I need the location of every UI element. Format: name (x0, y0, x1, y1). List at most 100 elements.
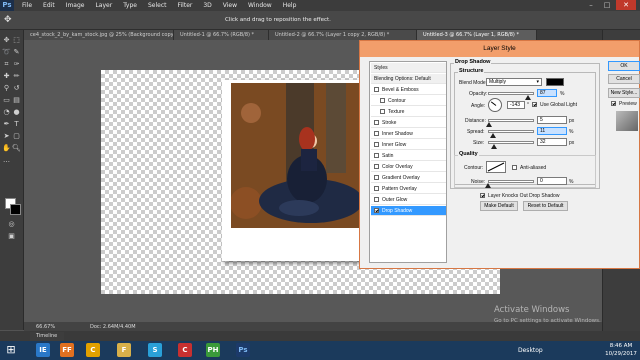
style-item-pattern-overlay[interactable]: Pattern Overlay (371, 184, 446, 194)
move-tool-icon[interactable]: ✥ (4, 14, 18, 26)
dialog-titlebar[interactable]: Layer Style (360, 41, 639, 57)
gradient-tool-icon[interactable]: ▤ (12, 96, 21, 105)
menu-image[interactable]: Image (66, 2, 85, 9)
style-item-outer-glow[interactable]: Outer Glow (371, 195, 446, 205)
eyedropper-tool-icon[interactable]: ✑ (12, 60, 21, 69)
menu-view[interactable]: View (223, 2, 237, 9)
clone-stamp-tool-icon[interactable]: ⚲ (2, 84, 11, 93)
make-default-button[interactable]: Make Default (480, 201, 518, 211)
noise-input[interactable]: 0 (537, 177, 567, 185)
history-brush-tool-icon[interactable]: ↺ (12, 84, 21, 93)
crop-tool-icon[interactable]: ⌗ (2, 60, 11, 69)
menu-window[interactable]: Window (248, 2, 272, 9)
ok-button[interactable]: OK (608, 61, 640, 71)
style-checkbox-icon[interactable] (374, 120, 379, 125)
menu-filter[interactable]: Filter (178, 2, 193, 9)
slider-thumb[interactable] (490, 144, 497, 149)
firefox-icon[interactable]: FF (60, 343, 74, 357)
menu-edit[interactable]: Edit (43, 2, 55, 9)
menu-file[interactable]: File (22, 2, 32, 9)
chrome-icon[interactable]: C (86, 343, 100, 357)
path-select-tool-icon[interactable]: ➤ (2, 132, 11, 141)
lasso-tool-icon[interactable]: ➰ (2, 48, 11, 57)
type-tool-icon[interactable]: T (12, 120, 21, 129)
style-item-gradient-overlay[interactable]: Gradient Overlay (371, 173, 446, 183)
layer-knocks-out-checkbox[interactable]: Layer Knocks Out Drop Shadow (480, 193, 559, 199)
anti-aliased-checkbox[interactable]: Anti-aliased (512, 165, 546, 171)
slider-thumb[interactable] (490, 133, 497, 138)
windows-start-icon[interactable]: ⊞ (4, 343, 18, 357)
screen-mode-icon[interactable]: ▣ (7, 232, 16, 241)
tab-document-3[interactable]: Untitled-2 @ 66.7% (Layer 1 copy 2, RGB/… (269, 30, 417, 40)
internet-explorer-icon[interactable]: IE (36, 343, 50, 357)
style-item-contour[interactable]: Contour (371, 96, 446, 106)
maximize-button[interactable]: □ (602, 1, 612, 9)
distance-slider[interactable] (488, 119, 534, 122)
shape-tool-icon[interactable]: ▢ (12, 132, 21, 141)
photoshop-taskbar-icon[interactable]: Ps (236, 343, 250, 357)
style-item-color-overlay[interactable]: Color Overlay (371, 162, 446, 172)
slider-thumb[interactable] (525, 95, 532, 100)
menu-select[interactable]: Select (148, 2, 167, 9)
style-checkbox-icon[interactable] (380, 98, 385, 103)
eraser-tool-icon[interactable]: ▭ (2, 96, 11, 105)
angle-input[interactable]: -143 (507, 101, 525, 109)
style-item-blending-options-default[interactable]: Blending Options: Default (371, 74, 446, 84)
contour-picker[interactable] (486, 161, 506, 173)
style-item-satin[interactable]: Satin (371, 151, 446, 161)
preview-checkbox[interactable]: Preview (611, 101, 637, 107)
use-global-light-checkbox[interactable]: Use Global Light (532, 102, 577, 108)
style-checkbox-icon[interactable] (374, 197, 379, 202)
pen-tool-icon[interactable]: ✒ (2, 120, 11, 129)
spread-input[interactable]: 11 (537, 127, 567, 135)
menu-layer[interactable]: Layer (95, 2, 112, 9)
styles-header[interactable]: Styles (371, 63, 446, 73)
style-item-inner-shadow[interactable]: Inner Shadow (371, 129, 446, 139)
slider-thumb[interactable] (485, 122, 492, 127)
cancel-button[interactable]: Cancel (608, 74, 640, 84)
minimize-button[interactable]: – (586, 1, 596, 9)
clock-date[interactable]: 10/29/2017 (604, 351, 638, 357)
angle-dial[interactable] (488, 98, 502, 112)
hand-tool-icon[interactable]: ✋ (2, 144, 11, 153)
reset-to-default-button[interactable]: Reset to Default (523, 201, 568, 211)
new-style-button[interactable]: New Style... (608, 88, 640, 98)
tab-document-2[interactable]: Untitled-1 @ 66.7% (RGB/8) * (174, 30, 269, 40)
style-checkbox-icon[interactable] (374, 153, 379, 158)
menu-type[interactable]: Type (123, 2, 137, 9)
opacity-input[interactable]: 87 (537, 89, 557, 97)
menu-help[interactable]: Help (283, 2, 297, 9)
camtasia-icon[interactable]: C (178, 343, 192, 357)
dodge-tool-icon[interactable]: ● (12, 108, 21, 117)
style-checkbox-icon[interactable] (374, 164, 379, 169)
style-checkbox-icon[interactable] (374, 208, 379, 213)
zoom-level[interactable]: 66.67% (36, 324, 55, 330)
menu-3d[interactable]: 3D (203, 2, 211, 9)
clock-time[interactable]: 8:46 AM (604, 343, 638, 349)
move-tool-icon[interactable]: ✥ (2, 36, 11, 45)
skype-icon[interactable]: S (148, 343, 162, 357)
distance-input[interactable]: 5 (537, 116, 567, 124)
style-item-stroke[interactable]: Stroke (371, 118, 446, 128)
style-item-bevel-emboss[interactable]: Bevel & Emboss (371, 85, 446, 95)
tab-document-4[interactable]: Untitled-3 @ 66.7% (Layer 1, RGB/8) * (417, 30, 537, 40)
style-item-texture[interactable]: Texture (371, 107, 446, 117)
noise-slider[interactable] (488, 180, 534, 183)
close-button[interactable]: ✕ (616, 0, 636, 10)
size-input[interactable]: 32 (537, 138, 567, 146)
photos-icon[interactable]: PH (206, 343, 220, 357)
style-checkbox-icon[interactable] (374, 186, 379, 191)
background-color-swatch[interactable] (10, 204, 21, 215)
style-item-drop-shadow[interactable]: Drop Shadow (371, 206, 446, 216)
style-checkbox-icon[interactable] (374, 142, 379, 147)
brush-tool-icon[interactable]: ✏ (12, 72, 21, 81)
style-checkbox-icon[interactable] (374, 131, 379, 136)
tab-document-1[interactable]: ce4_stock_2_by_kam_stock.jpg @ 25% (Back… (24, 30, 174, 40)
style-item-inner-glow[interactable]: Inner Glow (371, 140, 446, 150)
desktop-toolbar-label[interactable]: Desktop (518, 347, 543, 354)
quick-mask-icon[interactable]: ◎ (7, 220, 16, 229)
misc-tool-icon[interactable]: … (2, 156, 11, 165)
shadow-color-swatch[interactable] (546, 78, 564, 86)
healing-brush-tool-icon[interactable]: ✚ (2, 72, 11, 81)
slider-thumb[interactable] (485, 183, 491, 188)
